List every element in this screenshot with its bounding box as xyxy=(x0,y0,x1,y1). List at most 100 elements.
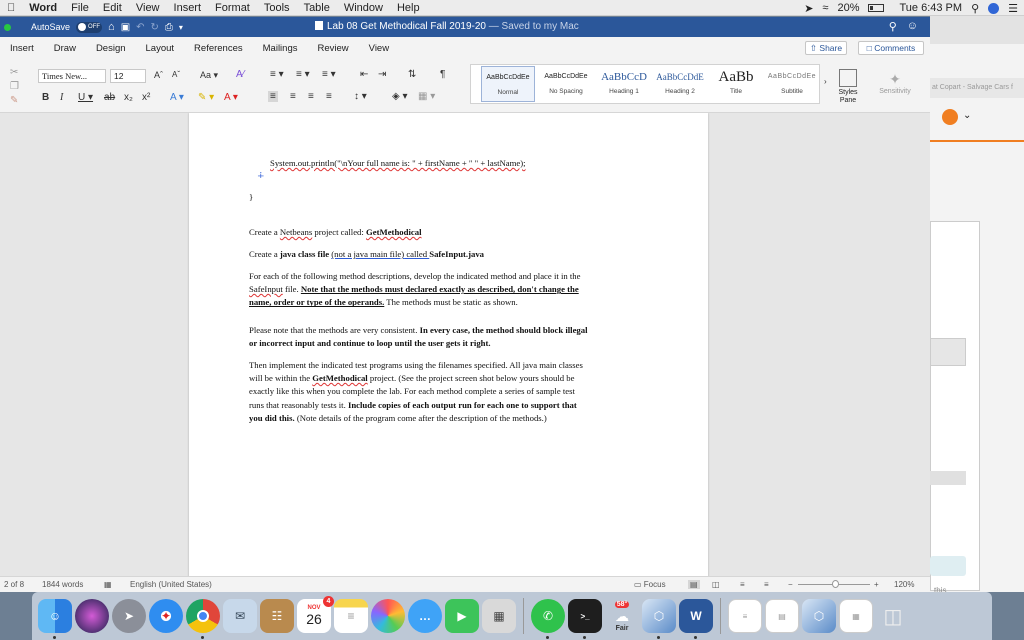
contacts-icon[interactable]: ☷ xyxy=(260,599,294,633)
tab-layout[interactable]: Layout xyxy=(136,43,185,54)
safari-icon[interactable]: ✦ xyxy=(149,599,183,633)
tab-review[interactable]: Review xyxy=(308,43,359,54)
clock[interactable]: Tue 6:43 PM xyxy=(899,2,962,14)
change-case-icon[interactable]: Aa ▾ xyxy=(200,70,218,81)
justify-icon[interactable]: ≡ xyxy=(326,91,332,102)
shading-icon[interactable]: ◈ ▾ xyxy=(392,91,408,102)
shrink-font-icon[interactable]: Aˇ xyxy=(172,70,180,79)
subscript-icon[interactable]: x₂ xyxy=(124,92,133,103)
menu-table[interactable]: Table xyxy=(297,2,337,14)
screenshot-thumbnail-icon[interactable]: ▤ xyxy=(765,599,799,633)
notification-center-icon[interactable]: ☰ xyxy=(1008,2,1018,15)
redo-icon[interactable]: ↻ xyxy=(151,22,159,33)
spotlight-icon[interactable]: ⚲ xyxy=(971,2,979,15)
proofing-icon[interactable]: ▦ xyxy=(104,580,112,589)
font-name-select[interactable]: Times New... xyxy=(38,69,106,83)
decrease-indent-icon[interactable]: ⇤ xyxy=(360,69,368,80)
zoom-level[interactable]: 120% xyxy=(894,580,914,589)
undo-icon[interactable]: ↶ xyxy=(136,22,144,33)
line-spacing-icon[interactable]: ↕ ▾ xyxy=(354,91,367,102)
weather-icon[interactable]: 58° ☁ Fair xyxy=(605,599,639,633)
zoom-in-icon[interactable]: + xyxy=(874,580,879,589)
language[interactable]: English (United States) xyxy=(130,580,212,589)
messages-icon[interactable]: … xyxy=(408,599,442,633)
style-heading-2[interactable]: AaBbCcDdE Heading 2 xyxy=(653,66,707,102)
virtualbox-icon[interactable]: ⬡ xyxy=(642,599,676,639)
menu-word[interactable]: Word xyxy=(22,2,64,14)
apple-icon[interactable]:  xyxy=(0,2,22,14)
whatsapp-icon[interactable]: ✆ xyxy=(531,599,565,639)
tab-design[interactable]: Design xyxy=(86,43,136,54)
bullets-icon[interactable]: ≡ ▾ xyxy=(270,69,284,80)
cut-icon[interactable]: ✂ xyxy=(10,67,18,78)
page-count[interactable]: 2 of 8 xyxy=(4,580,24,589)
search-icon[interactable]: ⚲ xyxy=(889,20,897,33)
menu-help[interactable]: Help xyxy=(390,2,427,14)
grow-font-icon[interactable]: Aˆ xyxy=(154,70,163,80)
web-layout-icon[interactable]: ◫ xyxy=(712,580,720,589)
home-icon[interactable]: ⌂ xyxy=(108,21,115,33)
chevron-down-icon[interactable]: ⌄ xyxy=(963,110,971,121)
tab-references[interactable]: References xyxy=(184,43,253,54)
numbering-icon[interactable]: ≡ ▾ xyxy=(296,69,310,80)
customize-toolbar-icon[interactable]: ▾ xyxy=(179,23,183,32)
print-layout-icon[interactable]: ▤ xyxy=(688,580,700,589)
menu-file[interactable]: File xyxy=(64,2,96,14)
terminal-icon[interactable]: >_ xyxy=(568,599,602,639)
wifi-icon[interactable]: ≈ xyxy=(822,2,828,14)
style-normal[interactable]: AaBbCcDdEe Normal xyxy=(481,66,535,102)
paragraph-implement[interactable]: Then implement the indicated test progra… xyxy=(249,359,583,425)
sensitivity-button[interactable]: ✦ Sensitivity xyxy=(872,71,918,95)
menu-view[interactable]: View xyxy=(129,2,167,14)
facetime-icon[interactable]: ▶ xyxy=(445,599,479,633)
paragraph-create-class[interactable]: Create a java class file (not a java mai… xyxy=(249,248,484,261)
window-zoom-button[interactable] xyxy=(4,23,11,31)
highlight-icon[interactable]: ✎ ▾ xyxy=(198,92,214,103)
mail-stamp-icon[interactable]: ✉ xyxy=(223,599,257,633)
tab-draw[interactable]: Draw xyxy=(44,43,86,54)
style-subtitle[interactable]: AaBbCcDdEe Subtitle xyxy=(765,66,819,102)
browser-tab-text[interactable]: at Copart - Salvage Cars f xyxy=(930,78,1024,98)
font-color-icon[interactable]: A ▾ xyxy=(224,92,238,103)
word-count[interactable]: 1844 words xyxy=(42,580,83,589)
menu-edit[interactable]: Edit xyxy=(96,2,129,14)
menu-window[interactable]: Window xyxy=(337,2,390,14)
document-canvas[interactable]: System.out.println("\nYour full name is:… xyxy=(0,113,930,576)
borders-icon[interactable]: ▦ ▾ xyxy=(418,91,435,102)
draft-icon[interactable]: ≡ xyxy=(764,580,769,589)
virtualbox-thumbnail-icon[interactable]: ⬡ xyxy=(802,599,836,633)
downloads-stack-icon[interactable]: ▦ xyxy=(839,599,873,633)
tab-insert[interactable]: Insert xyxy=(0,43,44,54)
styles-pane-button[interactable]: Styles Pane xyxy=(836,69,860,105)
tab-view[interactable]: View xyxy=(359,43,399,54)
zoom-out-icon[interactable]: − xyxy=(788,580,793,589)
show-formatting-icon[interactable]: ¶ xyxy=(440,69,445,80)
style-heading-1[interactable]: AaBbCcD Heading 1 xyxy=(597,66,651,102)
trash-icon[interactable]: ◫ xyxy=(876,599,910,633)
finder-icon[interactable]: ☺ xyxy=(38,599,72,639)
notes-icon[interactable]: ≡ xyxy=(334,599,368,633)
paragraph-consistent[interactable]: Please note that the methods are very co… xyxy=(249,324,588,350)
autosave-toggle[interactable]: OFF xyxy=(76,21,103,33)
font-size-select[interactable]: 12 xyxy=(110,69,146,83)
word-icon[interactable]: W xyxy=(679,599,713,639)
increase-indent-icon[interactable]: ⇥ xyxy=(378,69,386,80)
siri-icon[interactable] xyxy=(988,2,1000,14)
italic-icon[interactable]: I xyxy=(60,92,63,103)
siri-icon[interactable] xyxy=(75,599,109,633)
launchpad-icon[interactable]: ➤ xyxy=(112,599,146,633)
browser-button[interactable] xyxy=(930,556,966,576)
print-icon[interactable]: ⎙ xyxy=(165,22,173,33)
save-icon[interactable]: ▣ xyxy=(121,22,130,33)
feedback-icon[interactable]: ☺ xyxy=(907,20,918,33)
paragraph-create-project[interactable]: Create a Netbeans project called: GetMet… xyxy=(249,226,422,239)
style-no-spacing[interactable]: AaBbCcDdEe No Spacing xyxy=(539,66,593,102)
multilevel-list-icon[interactable]: ≡ ▾ xyxy=(322,69,336,80)
styles-more-icon[interactable]: › xyxy=(824,77,827,86)
align-left-icon[interactable]: ≡ xyxy=(268,91,278,102)
align-right-icon[interactable]: ≡ xyxy=(308,91,314,102)
battery-icon[interactable] xyxy=(868,4,885,12)
paragraph-method-descriptions[interactable]: For each of the following method descrip… xyxy=(249,270,580,310)
sort-icon[interactable]: ⇅ xyxy=(408,69,416,80)
menu-insert[interactable]: Insert xyxy=(167,2,209,14)
